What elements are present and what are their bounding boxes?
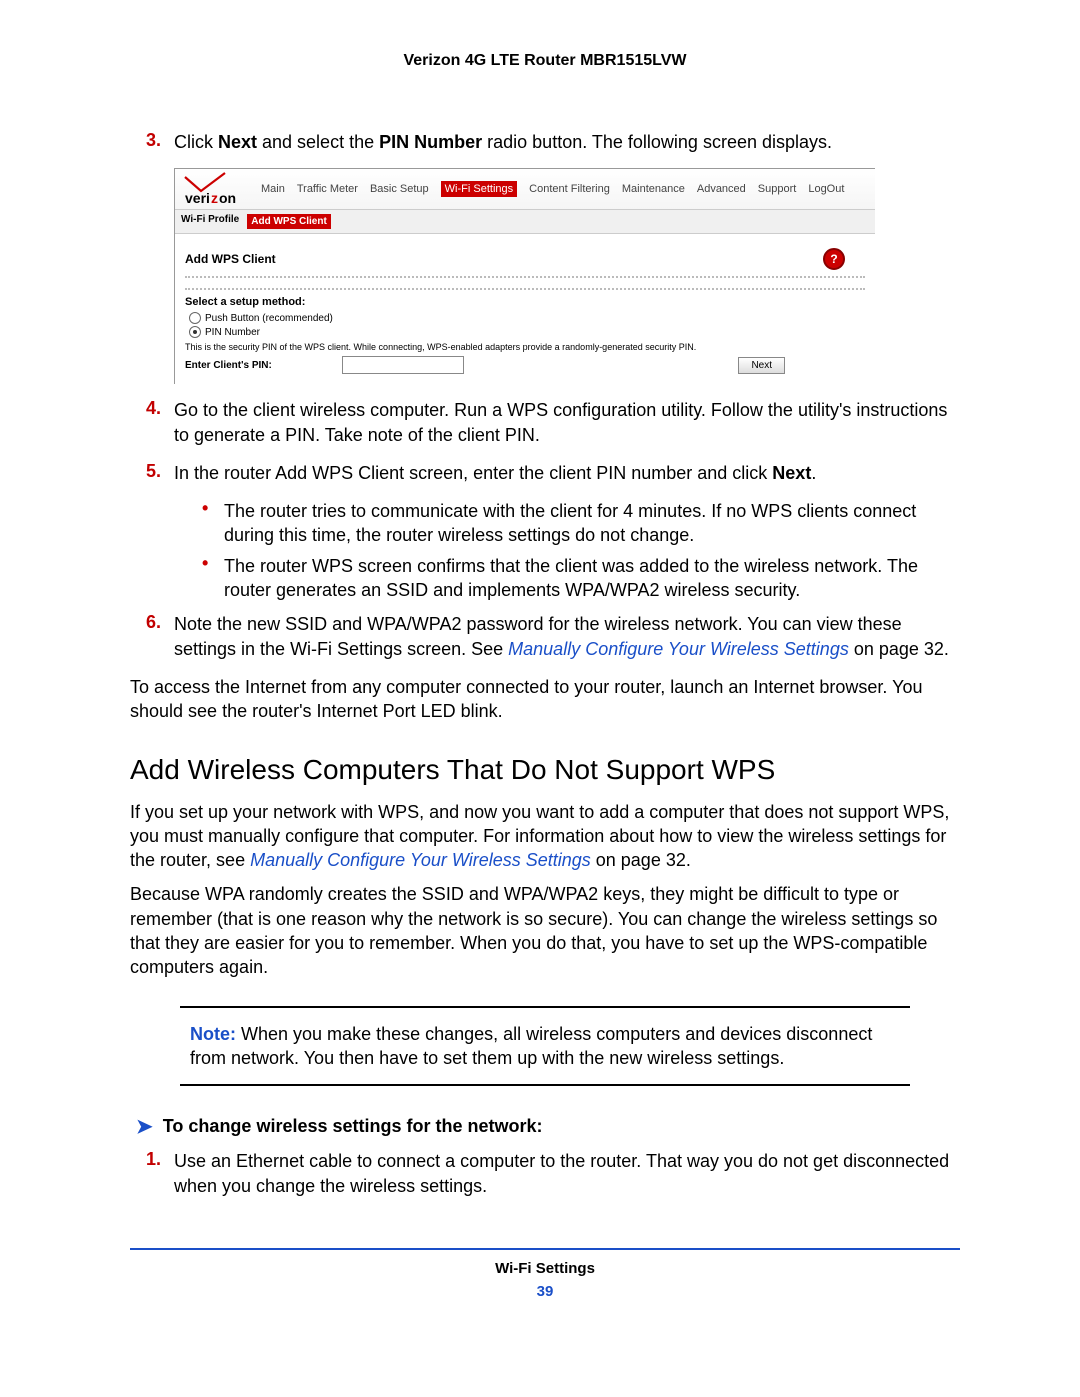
bullet-2: • The router WPS screen confirms that th… [202, 554, 960, 603]
note-block: Note: When you make these changes, all w… [180, 1006, 910, 1087]
procedure-heading: ➤ To change wireless settings for the ne… [130, 1114, 960, 1139]
t: In the router Add WPS Client screen, ent… [174, 463, 772, 483]
subnav-add-wps-client[interactable]: Add WPS Client [247, 214, 331, 229]
t: Next [772, 463, 811, 483]
section-p2: Because WPA randomly creates the SSID an… [130, 882, 960, 979]
nav-support[interactable]: Support [758, 183, 797, 195]
step-body: Use an Ethernet cable to connect a compu… [174, 1149, 960, 1198]
t: radio button. The following screen displ… [482, 132, 832, 152]
proc-step-1: 1. Use an Ethernet cable to connect a co… [146, 1149, 960, 1198]
step-number: 5. [146, 461, 174, 485]
ss-title-row: Add WPS Client ? [185, 242, 865, 278]
step-body: In the router Add WPS Client screen, ent… [174, 461, 816, 485]
svg-text:on: on [219, 190, 236, 206]
footer-title: Wi-Fi Settings [130, 1260, 960, 1277]
radio-label: Push Button (recommended) [205, 313, 333, 324]
ss-input-row: Enter Client's PIN: Next [185, 356, 865, 374]
ss-desc: This is the security PIN of the WPS clie… [185, 342, 865, 352]
bullets: • The router tries to communicate with t… [202, 499, 960, 602]
step-body: Go to the client wireless computer. Run … [174, 398, 960, 447]
ss-body: Add WPS Client ? Select a setup method: … [175, 234, 875, 384]
procedure-title: To change wireless settings for the netw… [163, 1116, 543, 1137]
nav-advanced[interactable]: Advanced [697, 183, 746, 195]
step-5: 5. In the router Add WPS Client screen, … [146, 461, 960, 485]
t: . [811, 463, 816, 483]
section-heading: Add Wireless Computers That Do Not Suppo… [130, 754, 960, 786]
svg-text:z: z [211, 190, 218, 206]
bullet-1: • The router tries to communicate with t… [202, 499, 960, 548]
ss-nav-items: Main Traffic Meter Basic Setup Wi-Fi Set… [261, 181, 844, 197]
nav-traffic-meter[interactable]: Traffic Meter [297, 183, 358, 195]
step-6: 6. Note the new SSID and WPA/WPA2 passwo… [146, 612, 960, 661]
t: on page 32. [849, 639, 949, 659]
ss-input-label: Enter Client's PIN: [185, 360, 272, 371]
step-3: 3. Click Next and select the PIN Number … [146, 130, 960, 154]
nav-content-filtering[interactable]: Content Filtering [529, 183, 610, 195]
next-button[interactable]: Next [738, 357, 785, 374]
step-body: Note the new SSID and WPA/WPA2 password … [174, 612, 960, 661]
page-header-title: Verizon 4G LTE Router MBR1515LVW [130, 52, 960, 70]
t: and select the [257, 132, 379, 152]
link-manual-configure[interactable]: Manually Configure Your Wireless Setting… [250, 850, 591, 870]
t: on page 32. [591, 850, 691, 870]
router-screenshot: veri z on Main Traffic Meter Basic Setup… [174, 168, 875, 384]
svg-text:veri: veri [185, 190, 210, 206]
ss-sub-nav: Wi-Fi Profile Add WPS Client [175, 210, 875, 234]
step-number: 1. [146, 1149, 174, 1198]
nav-main[interactable]: Main [261, 183, 285, 195]
bullet-dot-icon: • [202, 554, 224, 603]
footer-page-number: 39 [130, 1283, 960, 1300]
ss-top-nav: veri z on Main Traffic Meter Basic Setup… [175, 169, 875, 210]
step-4: 4. Go to the client wireless computer. R… [146, 398, 960, 447]
radio-pin-number[interactable]: PIN Number [189, 326, 865, 338]
nav-wifi-settings[interactable]: Wi-Fi Settings [441, 181, 517, 197]
ss-title: Add WPS Client [185, 252, 276, 266]
t: Click [174, 132, 218, 152]
bullet-dot-icon: • [202, 499, 224, 548]
link-manual-configure[interactable]: Manually Configure Your Wireless Setting… [508, 639, 849, 659]
radio-icon[interactable] [189, 312, 201, 324]
subnav-wifi-profile[interactable]: Wi-Fi Profile [181, 214, 239, 229]
radio-label: PIN Number [205, 327, 260, 338]
note-label: Note: [190, 1024, 236, 1044]
bullet-text: The router WPS screen confirms that the … [224, 554, 960, 603]
radio-push-button[interactable]: Push Button (recommended) [189, 312, 865, 324]
step-body: Click Next and select the PIN Number rad… [174, 130, 832, 154]
note-text: When you make these changes, all wireles… [190, 1024, 872, 1068]
t: Next [218, 132, 257, 152]
step-number: 6. [146, 612, 174, 661]
radio-icon[interactable] [189, 326, 201, 338]
nav-maintenance[interactable]: Maintenance [622, 183, 685, 195]
nav-logout[interactable]: LogOut [808, 183, 844, 195]
arrow-icon: ➤ [136, 1114, 153, 1139]
client-pin-input[interactable] [342, 356, 464, 374]
nav-basic-setup[interactable]: Basic Setup [370, 183, 429, 195]
page-footer: Wi-Fi Settings 39 [130, 1248, 960, 1300]
section-p1: If you set up your network with WPS, and… [130, 800, 960, 873]
t: PIN Number [379, 132, 482, 152]
ss-section-title: Select a setup method: [185, 296, 865, 308]
step-number: 3. [146, 130, 174, 154]
paragraph-after-step6: To access the Internet from any computer… [130, 675, 960, 724]
step-number: 4. [146, 398, 174, 447]
help-icon[interactable]: ? [823, 248, 845, 270]
bullet-text: The router tries to communicate with the… [224, 499, 960, 548]
ss-setup-section: Select a setup method: Push Button (reco… [185, 288, 865, 374]
verizon-logo: veri z on [181, 171, 251, 207]
